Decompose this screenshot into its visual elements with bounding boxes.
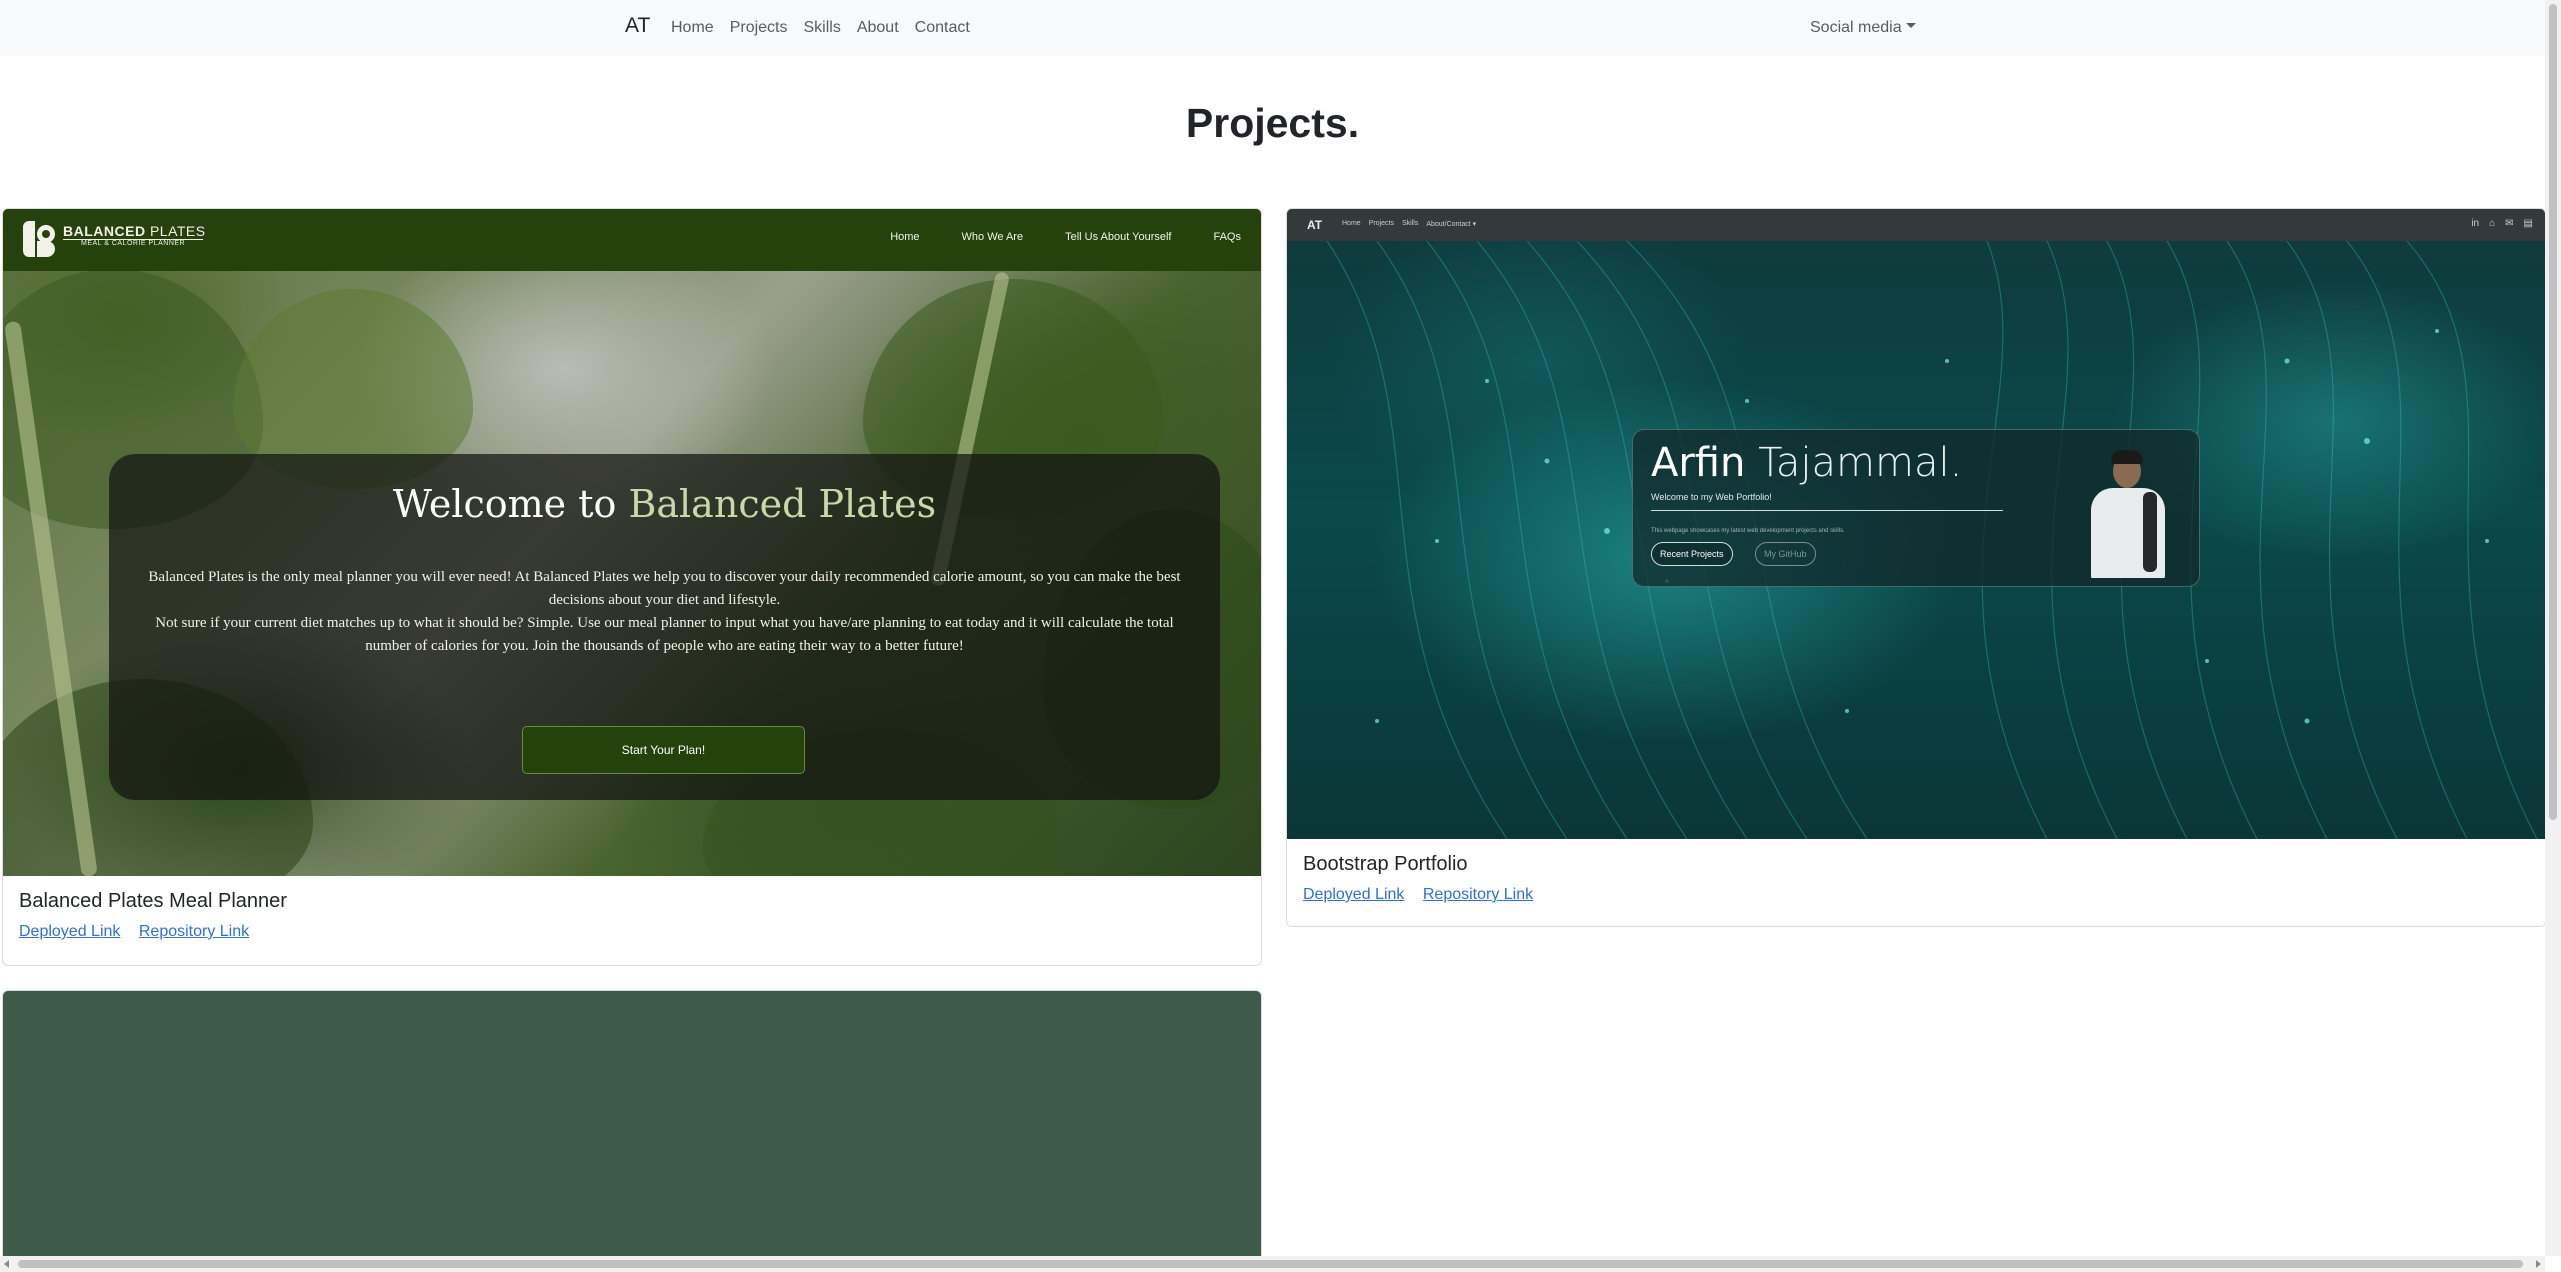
start-plan-button[interactable]: Start Your Plan! xyxy=(522,726,805,774)
portfolio-name: Arfin Tajammal. xyxy=(1651,440,1963,486)
portfolio-menu-projects[interactable]: Projects xyxy=(1369,220,1394,228)
recent-projects-button[interactable]: Recent Projects xyxy=(1651,542,1733,566)
page: AT Home Projects Skills About Contact So… xyxy=(0,0,2561,1272)
my-github-button[interactable]: My GitHub xyxy=(1755,542,1816,566)
bp-menu-tell-us[interactable]: Tell Us About Yourself xyxy=(1065,231,1171,243)
repository-link[interactable]: Repository Link xyxy=(139,923,249,940)
page-title: Projects. xyxy=(1185,100,1360,146)
brand-logo[interactable]: AT xyxy=(625,14,650,38)
project-screenshot[interactable] xyxy=(3,991,1261,1261)
bootstrap-portfolio-screenshot[interactable]: AT Home Projects Skills About/Contact ▾ … xyxy=(1287,209,2545,839)
linkedin-icon[interactable]: in xyxy=(2471,218,2479,229)
profile-photo xyxy=(2073,450,2183,578)
document-icon[interactable]: ▤ xyxy=(2524,218,2533,229)
balanced-plates-logo-subtitle: MEAL & CALORIE PLANNER xyxy=(81,240,186,247)
project-card-bootstrap-portfolio: AT Home Projects Skills About/Contact ▾ … xyxy=(1286,208,2546,927)
nav-links: Home Projects Skills About Contact xyxy=(671,17,986,39)
balanced-plates-logo-text: BALANCED PLATES xyxy=(63,223,206,239)
balanced-plates-hero-panel: Welcome to Balanced Plates Balanced Plat… xyxy=(109,454,1220,800)
portfolio-navbar: AT Home Projects Skills About/Contact ▾ … xyxy=(1287,209,2545,241)
social-media-label: Social media xyxy=(1810,19,1902,36)
portfolio-brand[interactable]: AT xyxy=(1307,218,1322,232)
project-title: Balanced Plates Meal Planner xyxy=(19,890,287,912)
project-card-balanced-plates: BALANCED PLATES MEAL & CALORIE PLANNER H… xyxy=(2,208,1262,966)
github-icon[interactable]: ⌂ xyxy=(2489,218,2495,229)
portfolio-tagline: This webpage showcases my latest web dev… xyxy=(1651,528,1845,534)
balanced-plates-heading: Welcome to Balanced Plates xyxy=(392,482,937,526)
nav-link-contact[interactable]: Contact xyxy=(915,17,970,39)
portfolio-menu-about-contact[interactable]: About/Contact ▾ xyxy=(1426,220,1476,228)
project-card-third xyxy=(2,990,1262,1270)
balanced-plates-logo-icon xyxy=(23,221,55,257)
balanced-plates-description: Balanced Plates is the only meal planner… xyxy=(148,569,1181,654)
horizontal-scrollbar[interactable] xyxy=(0,1256,2545,1272)
balanced-plates-screenshot[interactable]: BALANCED PLATES MEAL & CALORIE PLANNER H… xyxy=(3,209,1261,876)
vertical-scrollbar[interactable] xyxy=(2545,0,2561,1256)
caret-down-icon xyxy=(1905,23,1916,29)
balanced-plates-menu: Home Who We Are Tell Us About Yourself F… xyxy=(890,231,1261,243)
bp-menu-who-we-are[interactable]: Who We Are xyxy=(962,231,1024,243)
bp-menu-home[interactable]: Home xyxy=(890,231,919,243)
portfolio-hero-card: Arfin Tajammal. Welcome to my Web Portfo… xyxy=(1632,429,2200,587)
social-media-dropdown[interactable]: Social media xyxy=(1810,17,1916,39)
portfolio-menu-skills[interactable]: Skills xyxy=(1402,220,1418,228)
scroll-left-icon[interactable] xyxy=(4,1260,9,1268)
email-icon[interactable]: ✉ xyxy=(2505,218,2513,229)
horizontal-scroll-thumb[interactable] xyxy=(18,1260,2523,1268)
project-title: Bootstrap Portfolio xyxy=(1303,853,1468,875)
divider xyxy=(1651,510,2003,511)
bp-menu-faqs[interactable]: FAQs xyxy=(1213,231,1241,243)
deployed-link[interactable]: Deployed Link xyxy=(1303,886,1404,903)
portfolio-menu: Home Projects Skills About/Contact ▾ xyxy=(1342,220,1484,228)
nav-link-skills[interactable]: Skills xyxy=(803,17,840,39)
balanced-plates-navbar: BALANCED PLATES MEAL & CALORIE PLANNER H… xyxy=(3,209,1261,271)
vertical-scroll-thumb[interactable] xyxy=(2549,4,2557,820)
scroll-right-icon[interactable] xyxy=(2536,1260,2541,1268)
portfolio-welcome: Welcome to my Web Portfolio! xyxy=(1651,492,1772,502)
nav-link-home[interactable]: Home xyxy=(671,17,714,39)
nav-link-about[interactable]: About xyxy=(857,17,899,39)
deployed-link[interactable]: Deployed Link xyxy=(19,923,120,940)
top-navbar: AT Home Projects Skills About Contact So… xyxy=(0,0,2545,56)
repository-link[interactable]: Repository Link xyxy=(1423,886,1533,903)
portfolio-social-icons: in ⌂ ✉ ▤ xyxy=(2461,218,2533,229)
card-body: Balanced Plates Meal Planner Deployed Li… xyxy=(3,876,1261,955)
nav-link-projects[interactable]: Projects xyxy=(730,17,788,39)
card-body: Bootstrap Portfolio Deployed Link Reposi… xyxy=(1287,839,2545,918)
portfolio-menu-home[interactable]: Home xyxy=(1342,220,1361,228)
